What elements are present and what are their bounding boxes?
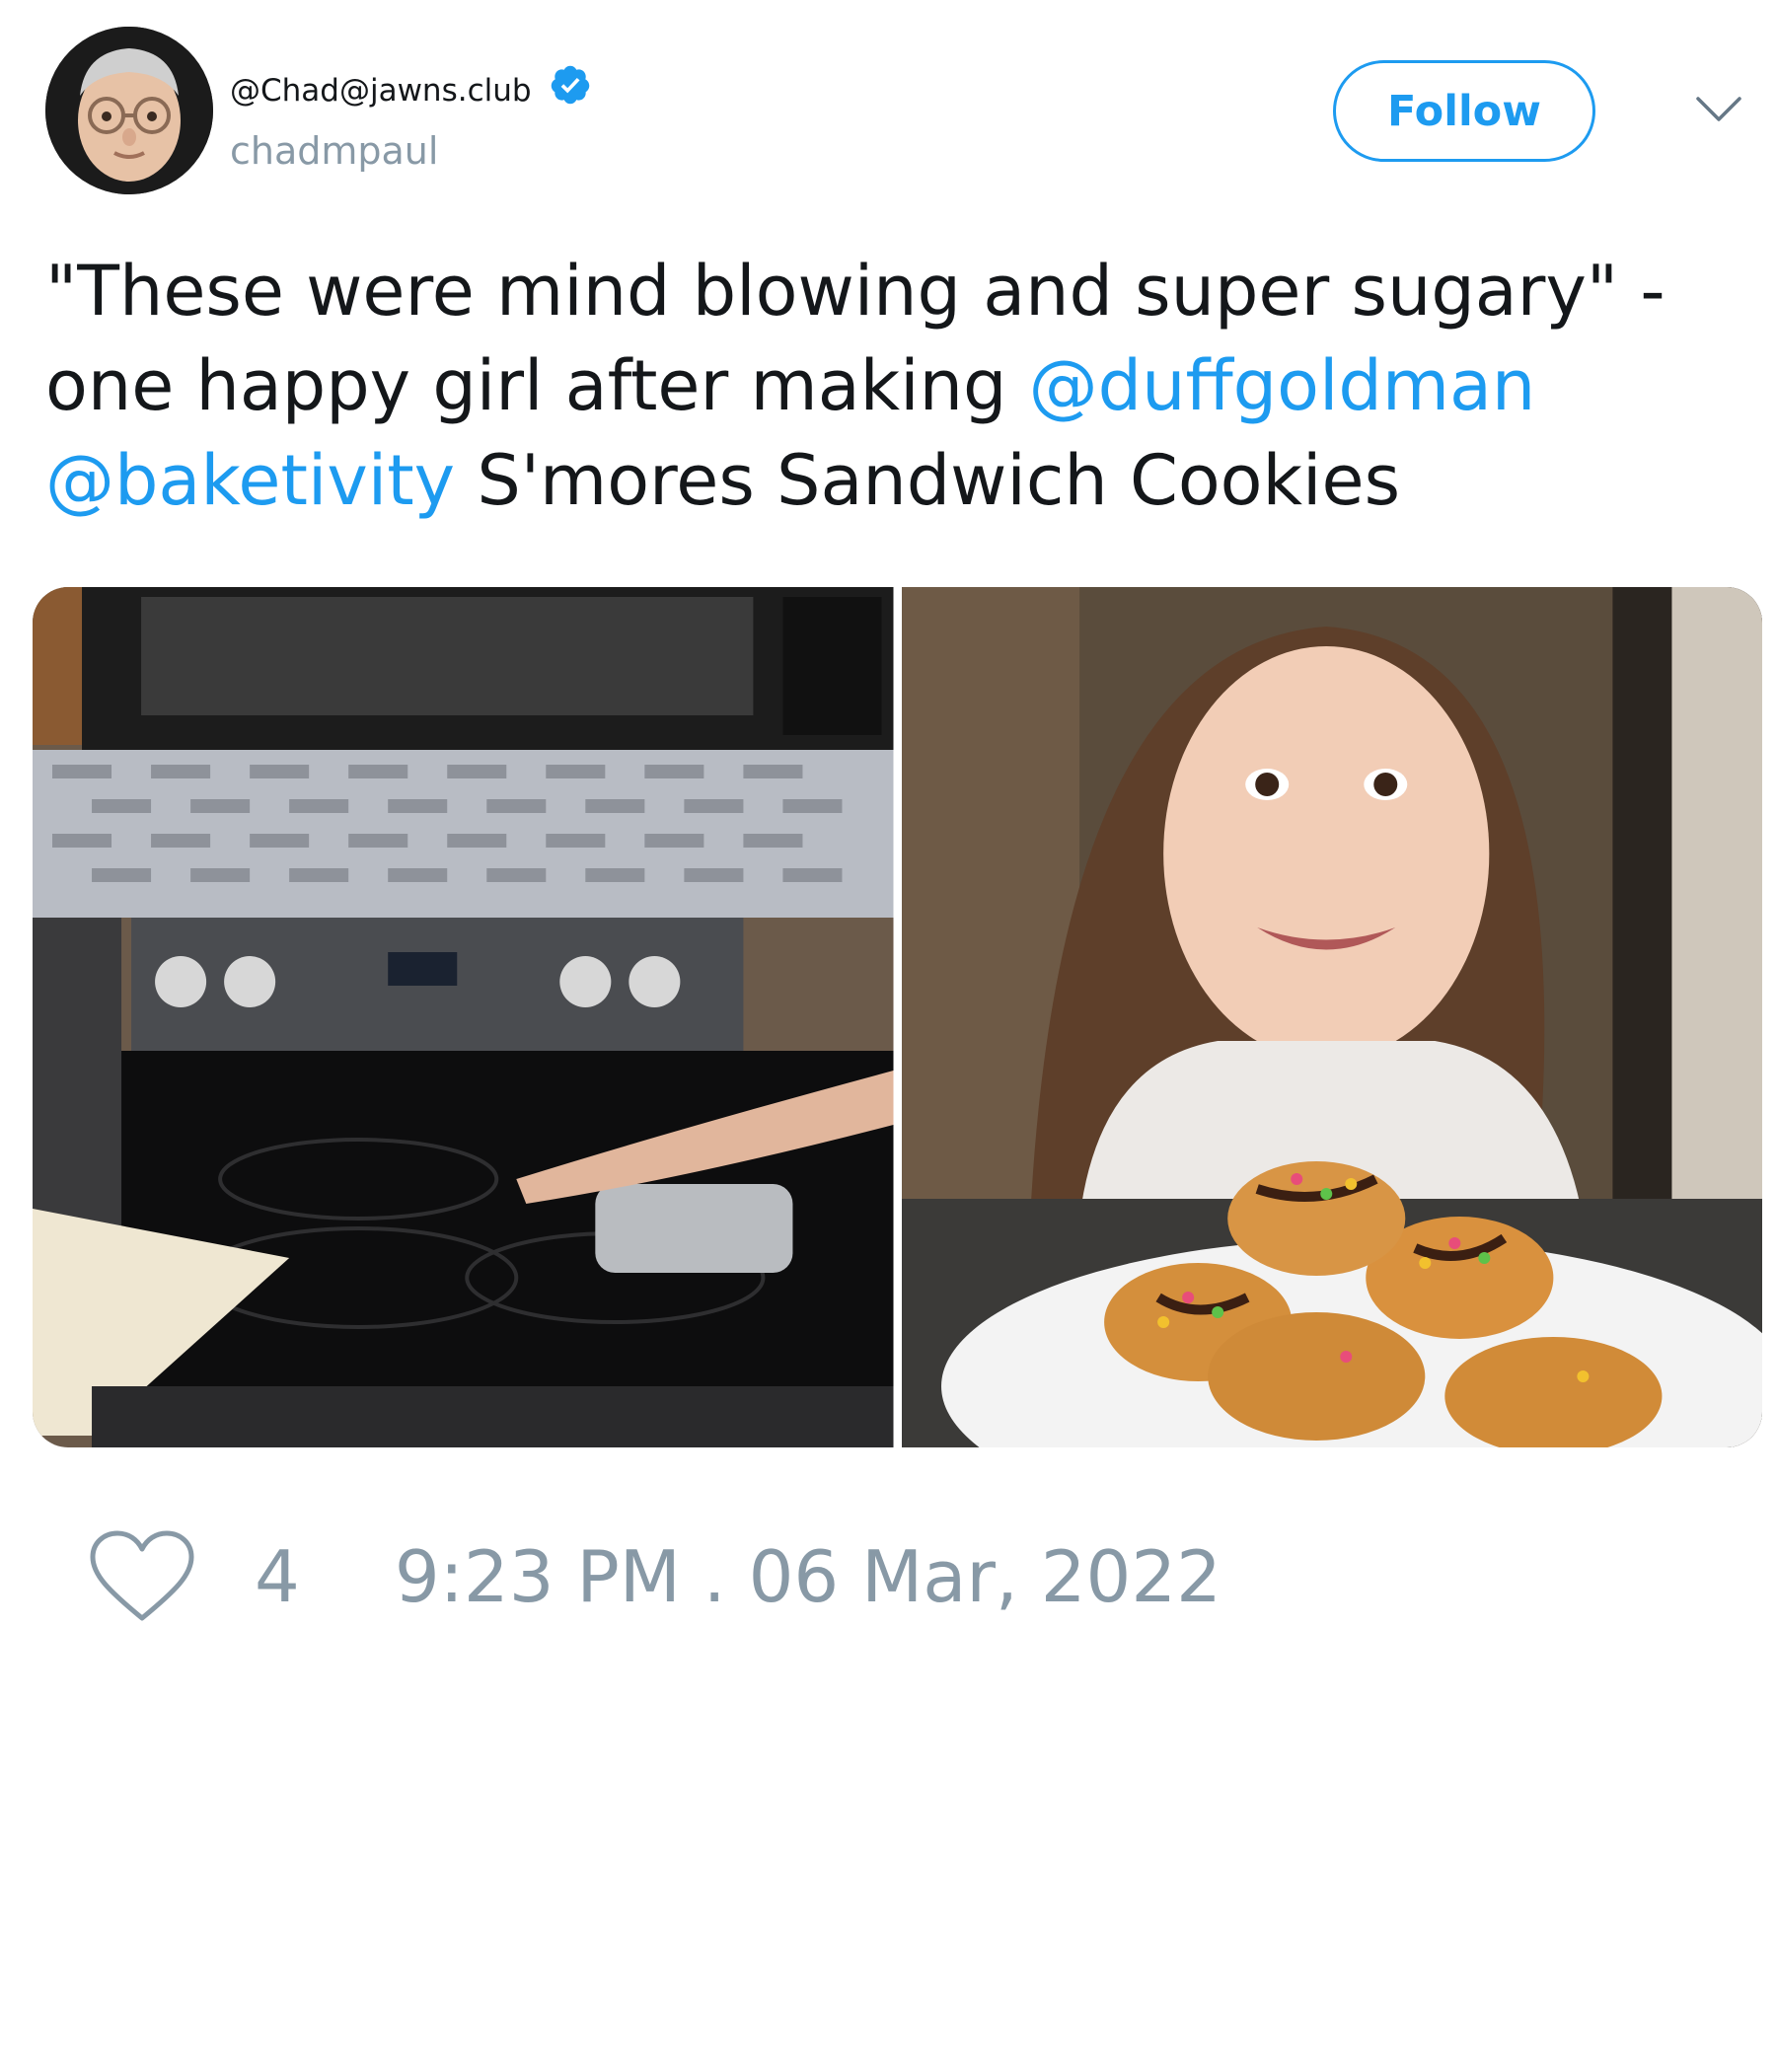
author-display-name[interactable]: @Chad@jawns.club [230,63,592,111]
verified-badge-icon [552,65,590,105]
mention-link[interactable]: @baketivity [45,440,455,521]
tweet-timestamp[interactable]: 9:23 PM . 06 Mar, 2022 [395,1535,1221,1618]
tweet-text-part: S'mores Sandwich Cookies [455,440,1401,521]
like-count: 4 [255,1535,300,1618]
tweet-media [33,587,1762,1447]
tweet-text: "These were mind blowing and super sugar… [45,244,1742,528]
author-username[interactable]: chadmpaul [230,129,438,173]
media-photo-girl[interactable] [901,587,1762,1447]
media-photo-stove[interactable] [33,587,894,1447]
stove-photo-image [33,587,894,1447]
display-name-text: @Chad@jawns.club [230,73,532,109]
tweet-footer: 4 9:23 PM . 06 Mar, 2022 [89,1527,1221,1626]
chevron-down-icon[interactable] [1695,94,1742,125]
girl-cookies-photo-image [901,587,1762,1447]
heart-icon[interactable] [89,1529,195,1624]
avatar-image [45,27,213,194]
mention-link[interactable]: @duffgoldman [1029,345,1536,426]
follow-button[interactable]: Follow [1333,60,1595,162]
author-avatar[interactable] [45,27,213,194]
